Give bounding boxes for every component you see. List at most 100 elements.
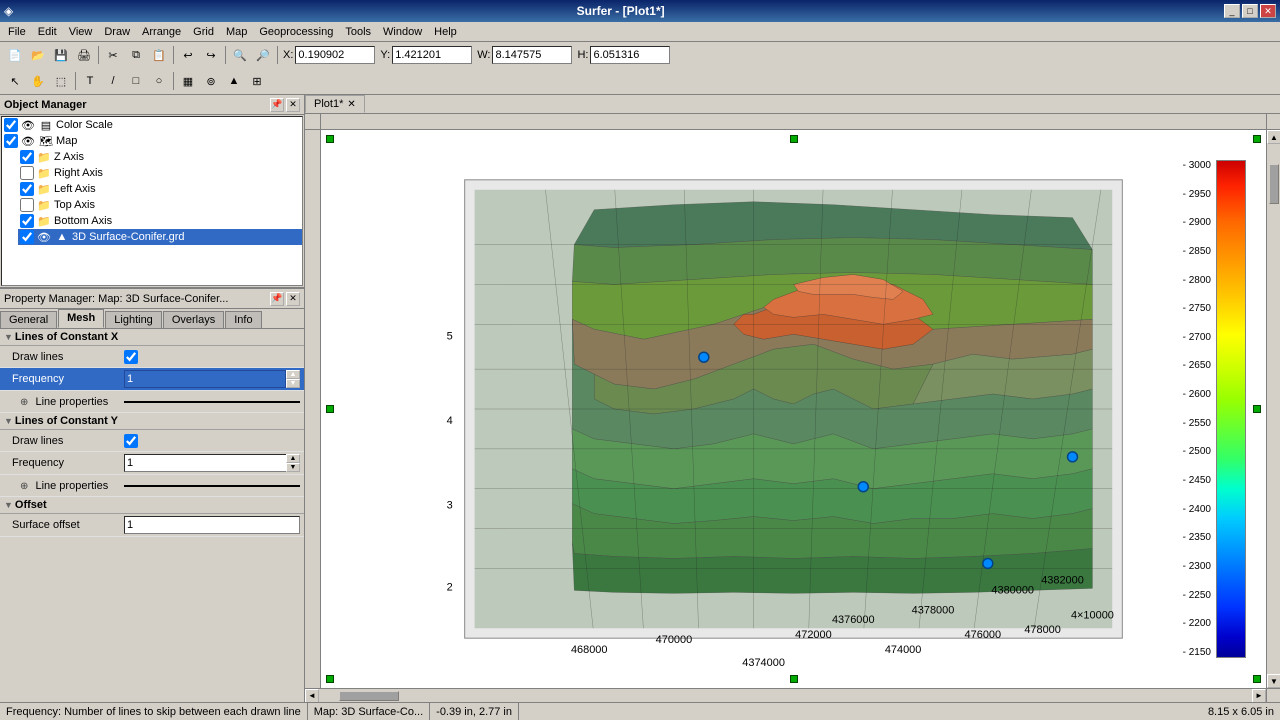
obj-checkbox-map[interactable] [4,134,18,148]
handle-br[interactable] [1253,675,1261,683]
zoom-out-button[interactable]: 🔍 [229,45,251,65]
new-button[interactable]: 📄 [4,45,26,65]
draw-text[interactable]: T [79,71,101,91]
canvas-viewport[interactable]: 468000 470000 4374000 472000 4376000 474… [321,130,1266,688]
obj-eye-icon-map: 👁 [20,134,36,148]
menu-help[interactable]: Help [428,24,463,40]
hscroll-right-button[interactable]: ► [1252,689,1266,703]
menu-view[interactable]: View [63,24,99,40]
draw-line[interactable]: / [102,71,124,91]
select-tool[interactable]: ↖ [4,71,26,91]
handle-bl[interactable] [326,675,334,683]
save-button[interactable]: 💾 [50,45,72,65]
vscroll-down-button[interactable]: ▼ [1267,674,1280,688]
w-input[interactable] [492,46,572,64]
frequency-y-spin-down[interactable]: ▼ [286,463,300,472]
draw-ellipse[interactable]: ○ [148,71,170,91]
cut-button[interactable]: ✂ [102,45,124,65]
x-input[interactable] [295,46,375,64]
pan-tool[interactable]: ✋ [27,71,49,91]
redo-button[interactable]: ↪ [200,45,222,65]
tab-lighting[interactable]: Lighting [105,311,162,328]
obj-item-bottom-axis[interactable]: 📁 Bottom Axis [18,213,302,229]
minimize-button[interactable]: _ [1224,4,1240,18]
hscroll-left-button[interactable]: ◄ [305,689,319,703]
menu-arrange[interactable]: Arrange [136,24,187,40]
prop-pin-button[interactable]: 📌 [270,292,284,306]
undo-button[interactable]: ↩ [177,45,199,65]
obj-checkbox-z-axis[interactable] [20,150,34,164]
obj-eye-icon-3d: 👁 [36,230,52,244]
menu-window[interactable]: Window [377,24,428,40]
section-constant-x[interactable]: ▼ Lines of Constant X [0,329,304,346]
paste-button[interactable]: 📋 [148,45,170,65]
frequency-x-input[interactable] [124,370,286,388]
menu-grid[interactable]: Grid [187,24,220,40]
wireframe[interactable]: ⊞ [246,71,268,91]
panel-pin-button[interactable]: 📌 [270,98,284,112]
obj-checkbox-3d-surface[interactable] [20,230,34,244]
vscroll-up-button[interactable]: ▲ [1267,130,1280,144]
copy-button[interactable]: ⧉ [125,45,147,65]
frequency-x-spin-down[interactable]: ▼ [286,379,300,388]
panel-close-button[interactable]: ✕ [286,98,300,112]
hscroll-thumb[interactable] [339,691,399,701]
zoom-in-button[interactable]: 🔎 [252,45,274,65]
draw-lines-y-checkbox[interactable] [124,434,138,448]
draw-rect[interactable]: □ [125,71,147,91]
obj-checkbox-left-axis[interactable] [20,182,34,196]
expand-line-props-x[interactable]: ⊕ [20,397,28,408]
doc-tab-close[interactable]: ✕ [347,99,355,110]
menu-draw[interactable]: Draw [98,24,136,40]
handle-mr[interactable] [1253,405,1261,413]
menu-map[interactable]: Map [220,24,253,40]
menu-tools[interactable]: Tools [339,24,377,40]
3d-surface[interactable]: ▲ [223,71,245,91]
handle-ml[interactable] [326,405,334,413]
menu-geoprocessing[interactable]: Geoprocessing [253,24,339,40]
obj-item-3d-surface[interactable]: 👁 ▲ 3D Surface-Conifer.grd [18,229,302,245]
obj-checkbox-right-axis[interactable] [20,166,34,180]
h-input[interactable] [590,46,670,64]
surface-offset-input[interactable] [124,516,300,534]
prop-frequency-x[interactable]: Frequency ▲ ▼ [0,368,304,391]
close-button[interactable]: ✕ [1260,4,1276,18]
frequency-y-spin-up[interactable]: ▲ [286,454,300,463]
prop-close-button[interactable]: ✕ [286,292,300,306]
frequency-x-spin-up[interactable]: ▲ [286,370,300,379]
obj-item-left-axis[interactable]: 📁 Left Axis [18,181,302,197]
menu-file[interactable]: File [2,24,32,40]
print-button[interactable]: 🖨 [73,45,95,65]
handle-tc[interactable] [790,135,798,143]
menu-edit[interactable]: Edit [32,24,63,40]
draw-lines-x-checkbox[interactable] [124,350,138,364]
obj-checkbox-bottom-axis[interactable] [20,214,34,228]
open-button[interactable]: 📂 [27,45,49,65]
frequency-y-input[interactable] [124,454,286,472]
obj-checkbox-top-axis[interactable] [20,198,34,212]
obj-item-color-scale[interactable]: 👁 ▤ Color Scale [2,117,302,133]
obj-checkbox-color-scale[interactable] [4,118,18,132]
expand-y-icon: ▼ [4,416,13,426]
contour[interactable]: ⊚ [200,71,222,91]
obj-item-z-axis[interactable]: 📁 Z Axis [18,149,302,165]
y-input[interactable] [392,46,472,64]
handle-bc[interactable] [790,675,798,683]
section-constant-y[interactable]: ▼ Lines of Constant Y [0,413,304,430]
handle-tl[interactable] [326,135,334,143]
shaded-relief[interactable]: ▦ [177,71,199,91]
section-offset[interactable]: ▼ Offset [0,497,304,514]
doc-tab-plot1[interactable]: Plot1* ✕ [305,95,365,113]
tab-mesh[interactable]: Mesh [58,309,104,328]
obj-item-top-axis[interactable]: 📁 Top Axis [18,197,302,213]
tab-general[interactable]: General [0,311,57,328]
expand-line-props-y[interactable]: ⊕ [20,481,28,492]
zoom-rect-tool[interactable]: ⬚ [50,71,72,91]
obj-item-map[interactable]: 👁 🗺 Map [2,133,302,149]
tab-overlays[interactable]: Overlays [163,311,224,328]
obj-item-right-axis[interactable]: 📁 Right Axis [18,165,302,181]
tab-info[interactable]: Info [225,311,261,328]
vscroll-thumb[interactable] [1269,164,1279,204]
restore-button[interactable]: □ [1242,4,1258,18]
handle-tr[interactable] [1253,135,1261,143]
